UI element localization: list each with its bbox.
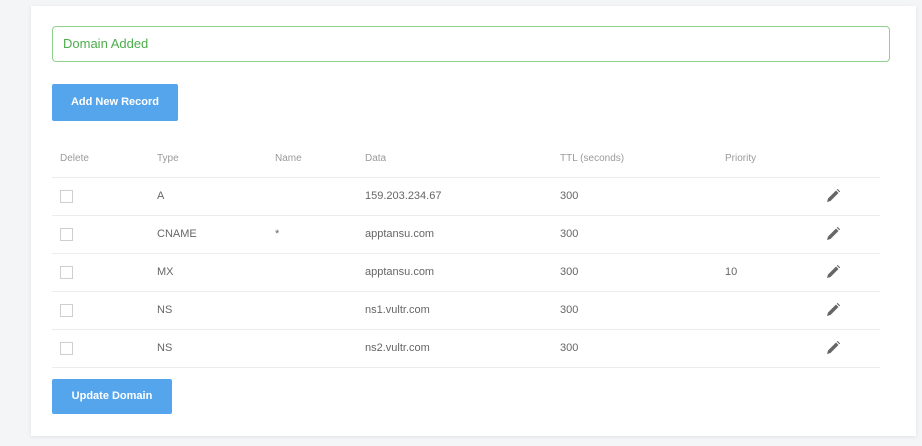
header-data: Data — [365, 153, 387, 164]
delete-checkbox[interactable] — [60, 190, 73, 203]
table-header-row: Delete Type Name Data TTL (seconds) Prio… — [52, 146, 880, 178]
record-data: ns2.vultr.com — [365, 342, 430, 354]
header-priority: Priority — [725, 153, 757, 164]
dns-records-table: Delete Type Name Data TTL (seconds) Prio… — [52, 146, 880, 368]
record-data: ns1.vultr.com — [365, 304, 430, 316]
record-data: 159.203.234.67 — [365, 190, 442, 202]
table-row: A 159.203.234.67 300 — [52, 178, 880, 216]
record-ttl: 300 — [560, 190, 579, 202]
pencil-icon[interactable] — [825, 188, 841, 204]
pencil-icon[interactable] — [825, 340, 841, 356]
pencil-icon[interactable] — [825, 226, 841, 242]
record-type: NS — [157, 304, 173, 316]
record-ttl: 300 — [560, 304, 579, 316]
add-new-record-button[interactable]: Add New Record — [52, 84, 178, 121]
dns-records-card: Domain Added Add New Record Delete Type … — [31, 6, 916, 436]
header-name: Name — [275, 153, 302, 164]
record-priority: 10 — [725, 266, 738, 278]
success-alert: Domain Added — [52, 26, 890, 62]
delete-checkbox[interactable] — [60, 228, 73, 241]
table-row: NS ns1.vultr.com 300 — [52, 292, 880, 330]
table-row: CNAME * apptansu.com 300 — [52, 216, 880, 254]
header-delete: Delete — [60, 153, 89, 164]
record-type: A — [157, 190, 165, 202]
pencil-icon[interactable] — [825, 264, 841, 280]
header-ttl: TTL (seconds) — [560, 153, 625, 164]
record-data: apptansu.com — [365, 228, 435, 240]
delete-checkbox[interactable] — [60, 342, 73, 355]
table-row: NS ns2.vultr.com 300 — [52, 330, 880, 368]
record-data: apptansu.com — [365, 266, 435, 278]
header-type: Type — [157, 153, 179, 164]
table-row: MX apptansu.com 300 10 — [52, 254, 880, 292]
delete-checkbox[interactable] — [60, 266, 73, 279]
record-type: NS — [157, 342, 173, 354]
record-type: CNAME — [157, 228, 197, 240]
record-type: MX — [157, 266, 174, 278]
update-domain-button[interactable]: Update Domain — [52, 379, 172, 414]
record-ttl: 300 — [560, 228, 579, 240]
delete-checkbox[interactable] — [60, 304, 73, 317]
pencil-icon[interactable] — [825, 302, 841, 318]
record-name: * — [275, 228, 280, 240]
record-ttl: 300 — [560, 342, 579, 354]
record-ttl: 300 — [560, 266, 579, 278]
